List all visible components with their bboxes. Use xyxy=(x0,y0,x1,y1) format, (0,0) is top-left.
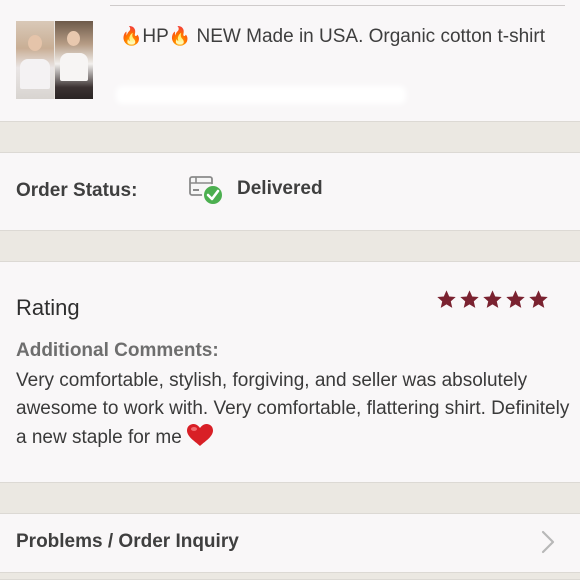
order-status-label: Order Status: xyxy=(16,180,138,201)
flame-icon: 🔥 xyxy=(120,26,143,46)
star-icon xyxy=(460,290,479,308)
divider xyxy=(110,5,565,6)
additional-comments-label: Additional Comments: xyxy=(16,340,219,361)
section-gap xyxy=(0,230,580,262)
star-icon xyxy=(506,290,525,308)
rating-label: Rating xyxy=(16,295,80,320)
problems-order-inquiry-label[interactable]: Problems / Order Inquiry xyxy=(16,531,239,553)
item-title[interactable]: 🔥HP🔥 NEW Made in USA. Organic cotton t-s… xyxy=(120,22,560,51)
item-card[interactable]: 🔥HP🔥 NEW Made in USA. Organic cotton t-s… xyxy=(0,0,580,121)
comment-body: Very comfortable, stylish, forgiving, an… xyxy=(16,370,570,448)
heart-icon xyxy=(186,424,213,446)
section-gap xyxy=(0,121,580,153)
item-title-hp: HP xyxy=(142,26,169,47)
flame-icon: 🔥 xyxy=(168,26,192,46)
order-status-value: Delivered xyxy=(237,178,323,199)
section-gap xyxy=(0,572,580,580)
redacted-subtitle xyxy=(116,86,406,104)
star-icon xyxy=(529,290,548,308)
item-title-text: NEW Made in USA. Organic cotton t-shirt xyxy=(191,26,545,47)
rating-stars xyxy=(436,289,549,310)
star-icon xyxy=(437,290,456,308)
chevron-right-icon[interactable] xyxy=(540,529,556,555)
package-delivered-icon xyxy=(189,176,224,206)
comment-text: Very comfortable, stylish, forgiving, an… xyxy=(16,367,571,452)
star-icon xyxy=(483,290,502,308)
item-thumbnail[interactable] xyxy=(16,21,93,99)
section-gap xyxy=(0,482,580,514)
